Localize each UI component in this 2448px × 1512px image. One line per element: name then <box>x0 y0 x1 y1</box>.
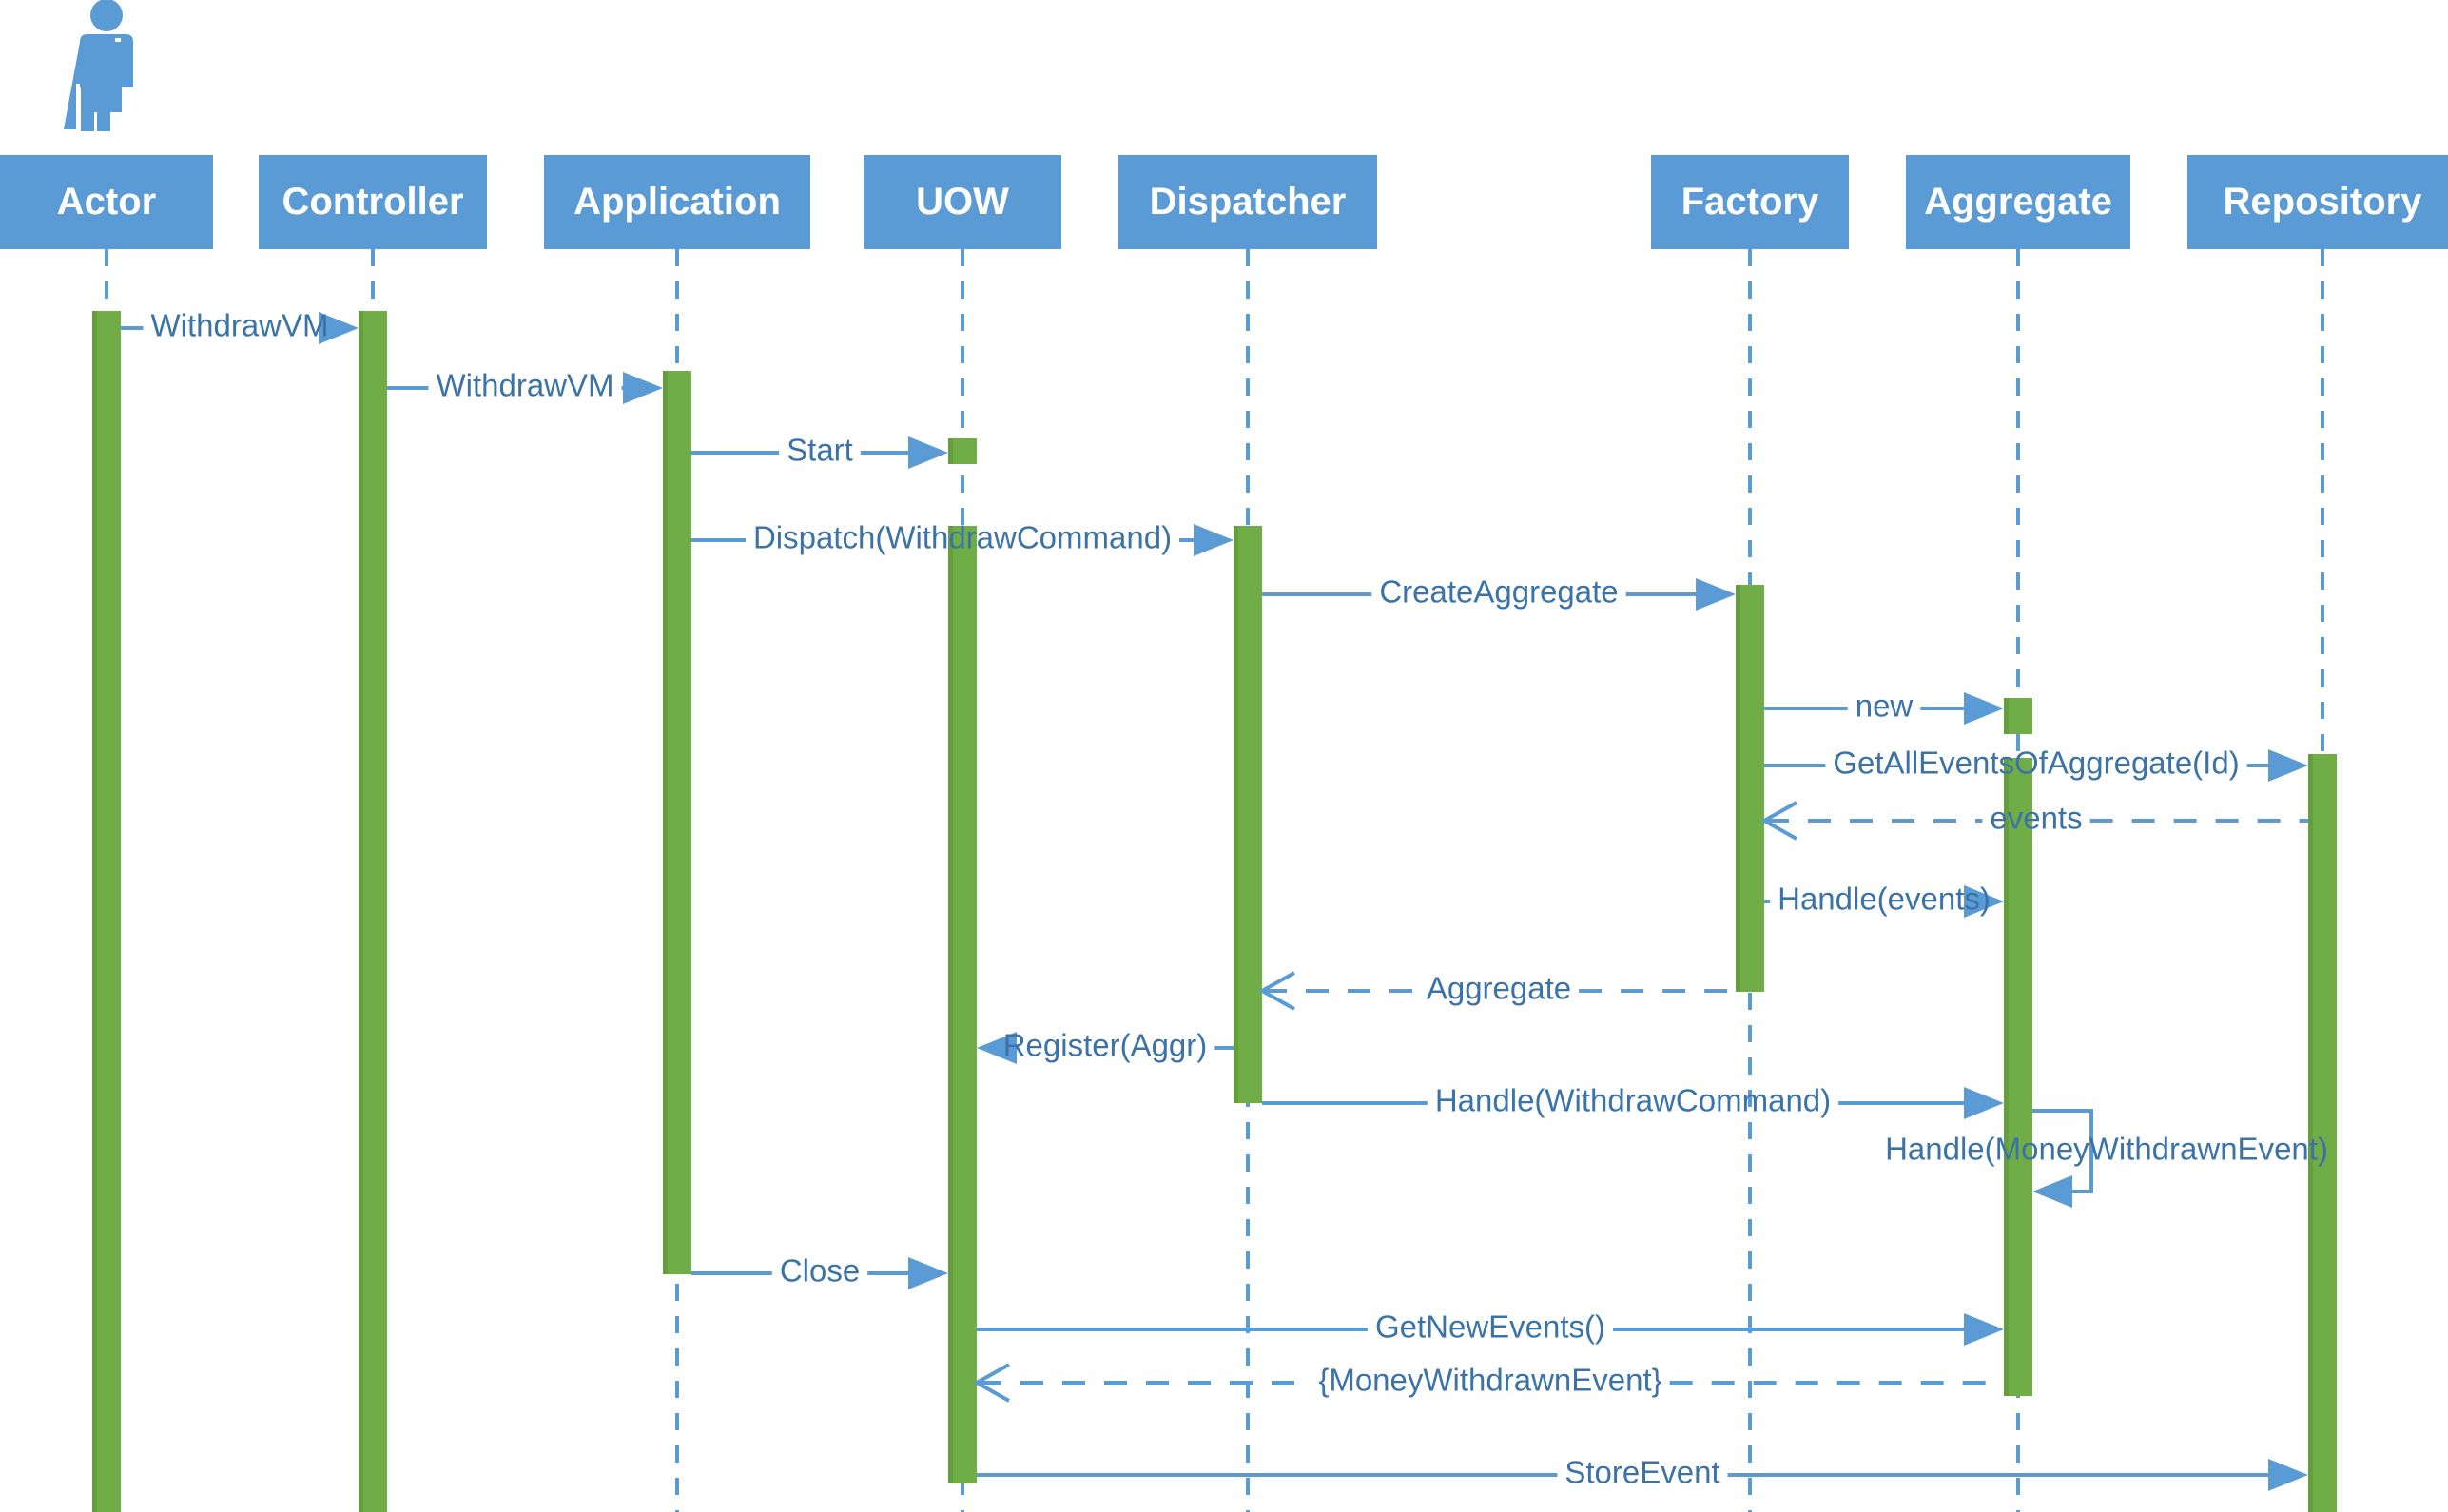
person-icon <box>64 0 133 131</box>
activation-bar-actor <box>92 311 121 1512</box>
message-label: WithdrawVM <box>150 308 328 343</box>
message-m15[interactable]: GetNewEvents() <box>977 1309 2004 1346</box>
participant-label: Factory <box>1681 181 1819 223</box>
message-label: Dispatch(WithdrawCommand) <box>753 520 1172 555</box>
activation-bar-edge <box>663 371 668 1274</box>
message-label: WithdrawVM <box>436 368 613 403</box>
activation-bar-uow <box>948 526 977 1483</box>
message-m9[interactable]: Handle(events) <box>1764 882 2004 918</box>
activation-bar-application <box>663 371 691 1274</box>
message-label: Close <box>780 1253 860 1289</box>
message-m5[interactable]: CreateAggregate <box>1262 574 1736 611</box>
message-m12[interactable]: Handle(WithdrawCommand) <box>1262 1083 2004 1119</box>
participant-label: Aggregate <box>1924 181 2112 223</box>
actor-icon-layer <box>64 0 133 131</box>
sequence-diagram-canvas: Actor Controller Application UOW Dispatcher F… <box>0 0 2448 1512</box>
message-m16[interactable]: {MoneyWithdrawnEvent} <box>972 1363 2004 1403</box>
person-leg-right <box>108 57 122 112</box>
message-label: GetAllEventsOfAggregate(Id) <box>1833 746 2239 781</box>
participant-controller[interactable]: Controller <box>259 155 487 249</box>
message-label: Handle(events) <box>1778 882 1991 917</box>
message-arrowhead <box>908 436 948 469</box>
activation-bar-edge <box>2308 1464 2313 1512</box>
message-label: CreateAggregate <box>1379 574 1618 610</box>
message-label: Handle(MoneyWithdrawnEvent) <box>1885 1132 2328 1167</box>
participant-aggregate[interactable]: Aggregate <box>1906 155 2130 249</box>
message-arrowhead <box>1964 1313 2004 1346</box>
message-m10[interactable]: Aggregate <box>1257 971 1736 1011</box>
message-m13[interactable]: Handle(MoneyWithdrawnEvent) <box>1885 1109 2328 1208</box>
message-arrowhead <box>1194 524 1234 556</box>
participant-label: Application <box>573 181 781 223</box>
person-leg-left <box>91 57 105 112</box>
activation-bar-aggregate <box>2004 698 2032 734</box>
activation-bar-repository <box>2308 754 2337 1483</box>
message-m3[interactable]: Start <box>691 433 948 469</box>
activation-bar-edge <box>948 438 953 464</box>
activation-bar-edge <box>1234 526 1238 1103</box>
activation-bar-edge <box>2308 754 2313 1483</box>
person-arm-right <box>121 42 133 87</box>
message-label: Start <box>787 433 853 468</box>
activation-bar-edge <box>92 311 97 1512</box>
participant-label: Controller <box>282 181 463 223</box>
participant-label: Dispatcher <box>1150 181 1347 223</box>
message-m4[interactable]: Dispatch(WithdrawCommand) <box>691 520 1234 556</box>
activations-layer <box>92 311 2337 1512</box>
messages-layer: WithdrawVM WithdrawVM Start Dispatch(Withdr… <box>121 308 2328 1491</box>
activation-bar-uow <box>948 438 977 464</box>
activation-bar-factory <box>1736 585 1764 992</box>
message-label: GetNewEvents() <box>1375 1309 1605 1345</box>
participant-uow[interactable]: UOW <box>864 155 1061 249</box>
message-arrowhead <box>623 372 663 404</box>
participant-factory[interactable]: Factory <box>1651 155 1849 249</box>
participant-boxes-layer: Actor Controller Application UOW Dispatcher F… <box>0 155 2448 249</box>
message-arrowhead <box>2268 749 2308 782</box>
participant-label: UOW <box>916 181 1009 223</box>
message-m6[interactable]: new <box>1764 688 2004 725</box>
participant-label: Repository <box>2224 181 2423 223</box>
activation-bar-edge <box>1736 585 1740 992</box>
message-arrowhead <box>1696 578 1736 611</box>
message-arrowhead <box>908 1257 948 1289</box>
message-m7[interactable]: GetAllEventsOfAggregate(Id) <box>1764 746 2308 782</box>
message-m8[interactable]: events <box>1759 801 2308 841</box>
participant-label: Actor <box>57 181 156 223</box>
message-label: Aggregate <box>1427 971 1571 1006</box>
person-arm-left <box>80 42 92 87</box>
participant-actor[interactable]: Actor <box>0 155 213 249</box>
message-m17[interactable]: StoreEvent <box>977 1455 2308 1491</box>
participant-dispatcher[interactable]: Dispatcher <box>1118 155 1377 249</box>
message-label: {MoneyWithdrawnEvent} <box>1318 1363 1661 1398</box>
activation-bar-edge <box>2004 698 2009 734</box>
message-arrowhead <box>1964 692 2004 725</box>
activation-bar-edge <box>948 526 953 1483</box>
message-m11[interactable]: Register(Aggr) <box>977 1028 1234 1064</box>
message-label: new <box>1855 688 1914 724</box>
activation-bar-dispatcher <box>1234 526 1262 1103</box>
message-m1[interactable]: WithdrawVM <box>121 308 359 344</box>
activation-bar-repository <box>2308 1464 2337 1512</box>
message-m14[interactable]: Close <box>691 1253 948 1289</box>
activation-bar-controller <box>359 311 387 1512</box>
activation-bar-edge <box>359 311 363 1512</box>
message-arrowhead <box>1964 1087 2004 1119</box>
person-head <box>90 0 123 31</box>
diagram-svg: Actor Controller Application UOW Dispatcher F… <box>0 0 2448 1512</box>
message-label: StoreEvent <box>1564 1455 1719 1490</box>
participant-application[interactable]: Application <box>544 155 810 249</box>
message-m2[interactable]: WithdrawVM <box>387 368 663 404</box>
message-label: Handle(WithdrawCommand) <box>1435 1083 1831 1118</box>
message-arrowhead <box>2032 1175 2072 1208</box>
message-arrowhead <box>2268 1459 2308 1491</box>
message-label: Register(Aggr) <box>1003 1028 1208 1063</box>
participant-repository[interactable]: Repository <box>2187 155 2448 249</box>
message-label: events <box>1990 801 2082 836</box>
